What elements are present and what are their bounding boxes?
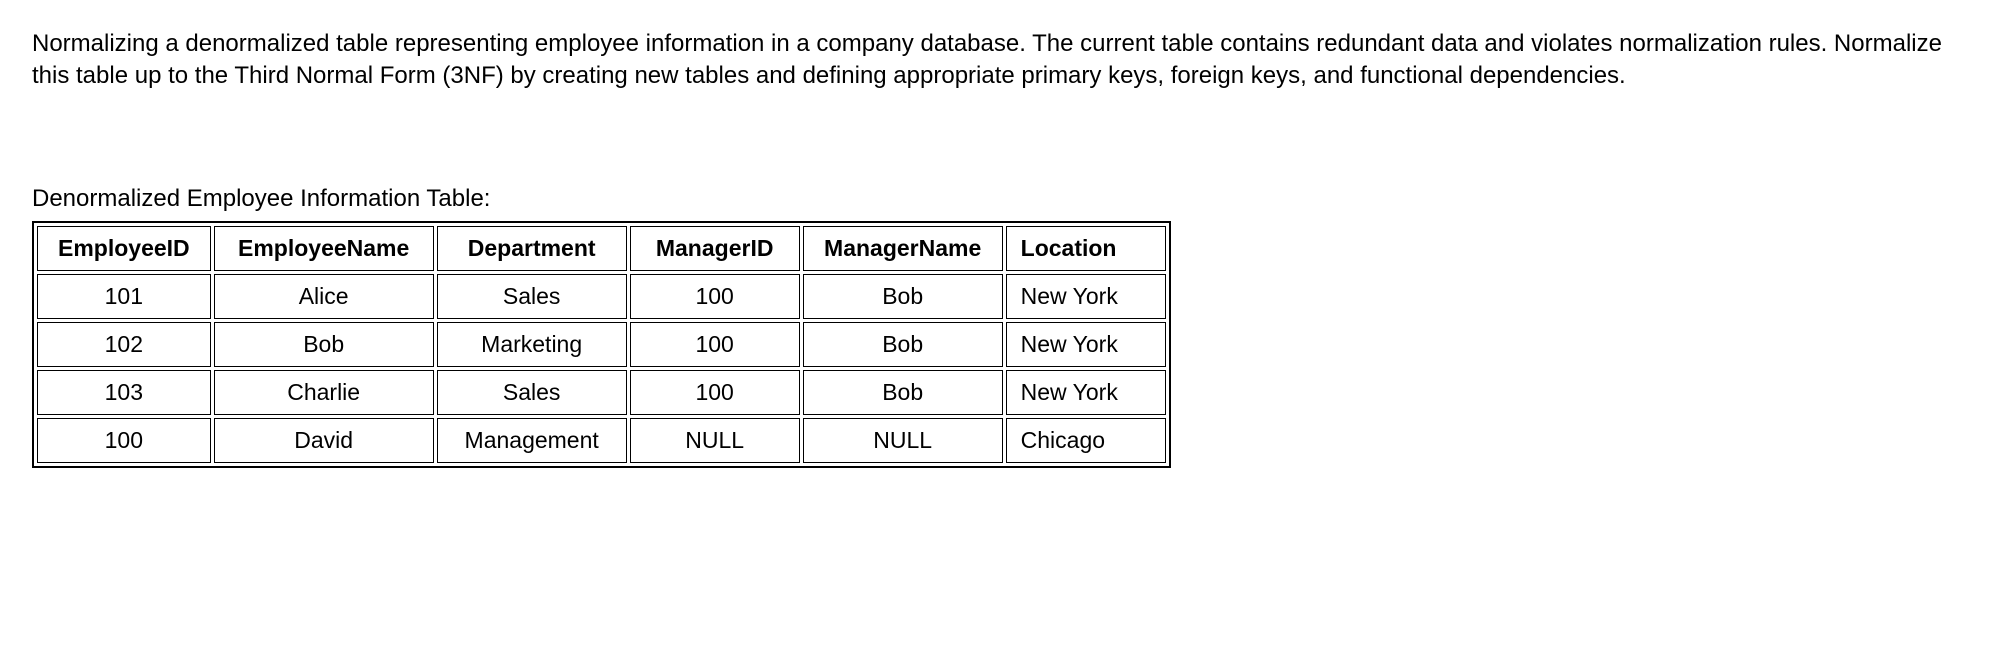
- table-cell: Bob: [214, 322, 434, 367]
- table-cell: 100: [37, 418, 211, 463]
- table-cell: David: [214, 418, 434, 463]
- table-cell: Marketing: [437, 322, 627, 367]
- table-row: 100 David Management NULL NULL Chicago: [37, 418, 1166, 463]
- table-cell: Sales: [437, 370, 627, 415]
- table-cell: Alice: [214, 274, 434, 319]
- table-cell: 101: [37, 274, 211, 319]
- table-header: Location: [1006, 226, 1166, 271]
- table-cell: NULL: [630, 418, 800, 463]
- table-header: EmployeeName: [214, 226, 434, 271]
- problem-description: Normalizing a denormalized table represe…: [32, 28, 1972, 93]
- table-cell: New York: [1006, 274, 1166, 319]
- table-cell: Bob: [803, 370, 1003, 415]
- employee-table: EmployeeID EmployeeName Department Manag…: [32, 221, 1171, 468]
- table-header-row: EmployeeID EmployeeName Department Manag…: [37, 226, 1166, 271]
- table-header: EmployeeID: [37, 226, 211, 271]
- table-header: ManagerID: [630, 226, 800, 271]
- table-cell: 100: [630, 274, 800, 319]
- table-cell: Bob: [803, 322, 1003, 367]
- table-cell: 103: [37, 370, 211, 415]
- table-cell: 100: [630, 322, 800, 367]
- table-cell: 102: [37, 322, 211, 367]
- table-cell: New York: [1006, 370, 1166, 415]
- table-cell: Chicago: [1006, 418, 1166, 463]
- table-cell: Sales: [437, 274, 627, 319]
- table-cell: Bob: [803, 274, 1003, 319]
- table-cell: New York: [1006, 322, 1166, 367]
- table-row: 102 Bob Marketing 100 Bob New York: [37, 322, 1166, 367]
- table-cell: Management: [437, 418, 627, 463]
- table-caption: Denormalized Employee Information Table:: [32, 183, 1972, 215]
- table-header: Department: [437, 226, 627, 271]
- table-header: ManagerName: [803, 226, 1003, 271]
- table-row: 103 Charlie Sales 100 Bob New York: [37, 370, 1166, 415]
- table-cell: NULL: [803, 418, 1003, 463]
- table-cell: Charlie: [214, 370, 434, 415]
- table-cell: 100: [630, 370, 800, 415]
- table-row: 101 Alice Sales 100 Bob New York: [37, 274, 1166, 319]
